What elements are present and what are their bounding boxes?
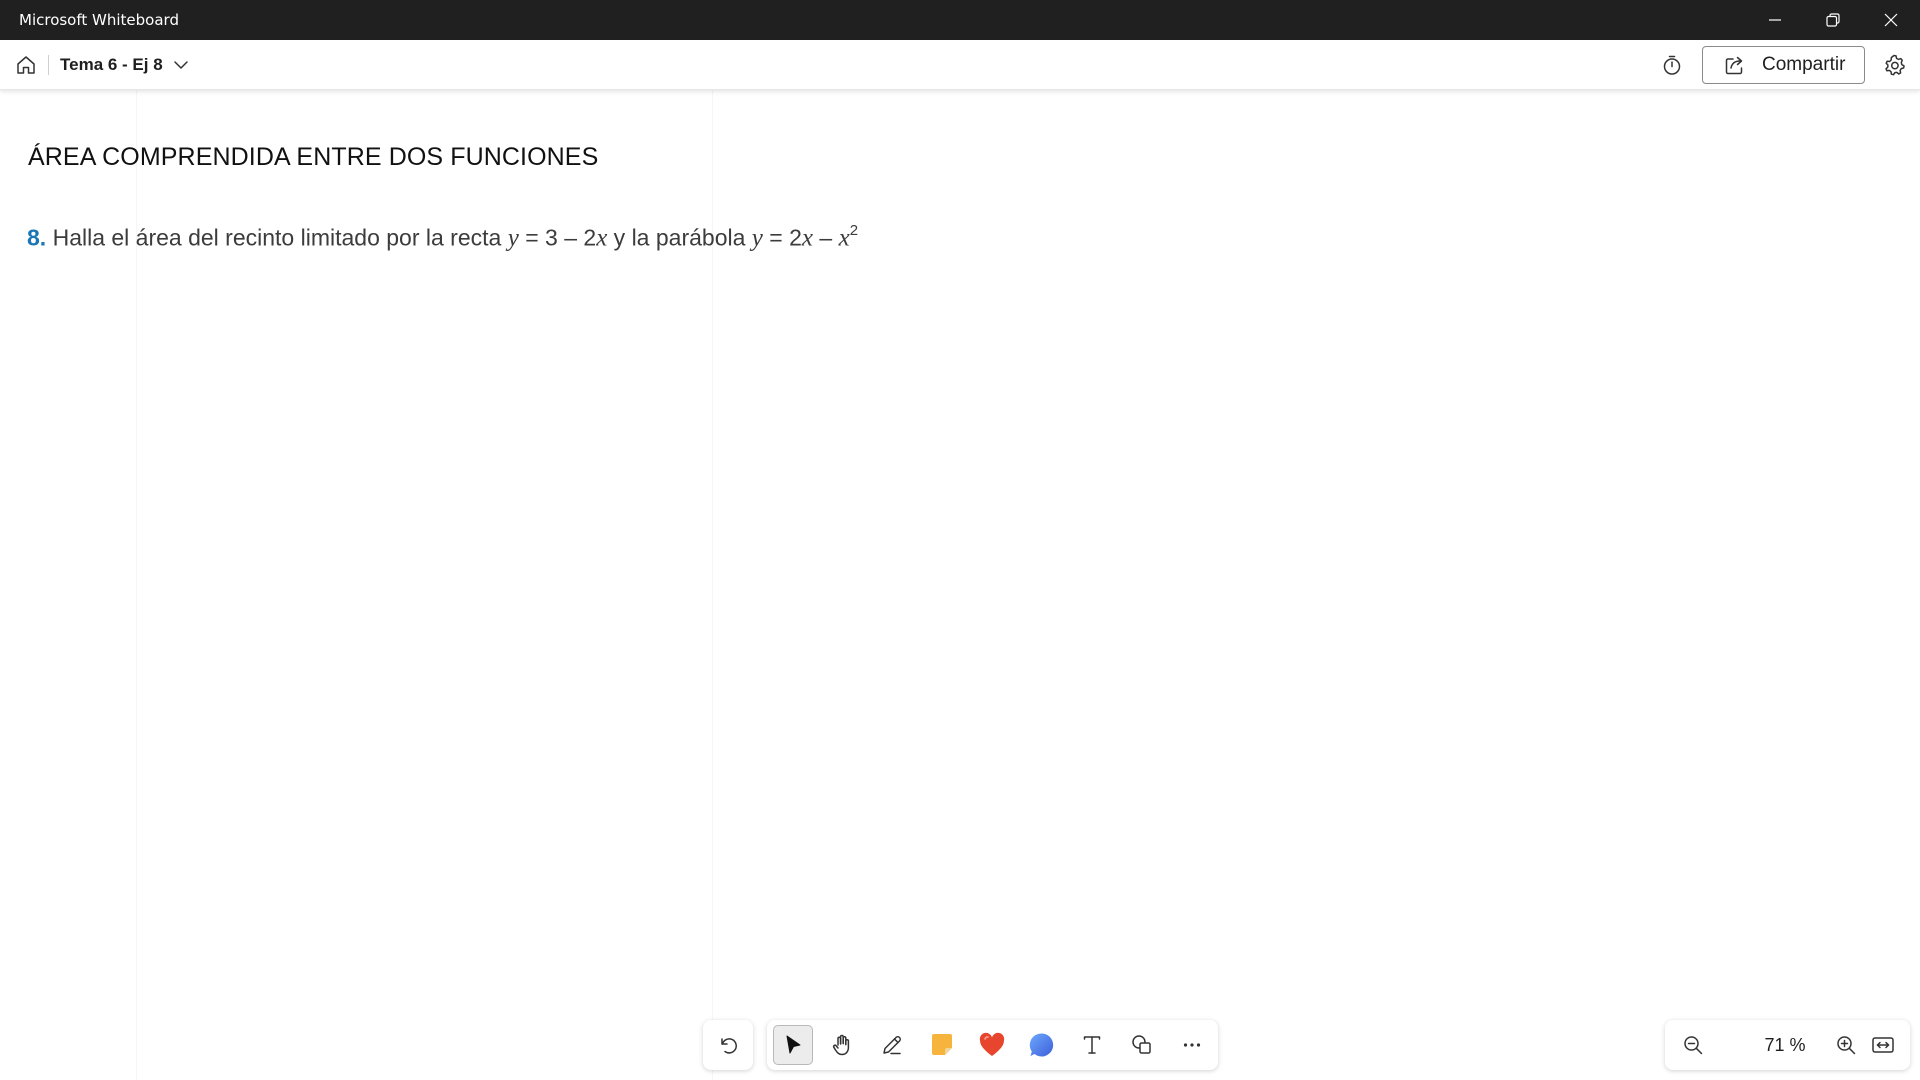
heart-icon bbox=[979, 1032, 1005, 1056]
share-label: Compartir bbox=[1762, 54, 1846, 75]
timer-icon bbox=[1663, 55, 1681, 75]
problem-number: 8. bbox=[27, 224, 47, 251]
board-title-dropdown[interactable]: Tema 6 - Ej 8 bbox=[60, 55, 189, 75]
fit-to-screen-icon bbox=[1872, 1037, 1894, 1053]
problem-text: = 2 bbox=[762, 224, 802, 251]
text-icon bbox=[1083, 1036, 1101, 1054]
chevron-down-icon bbox=[173, 61, 188, 69]
zoom-level[interactable]: 71 % bbox=[1735, 1035, 1835, 1055]
problem-text: – bbox=[813, 224, 839, 251]
problem-text: y la parábola bbox=[607, 224, 752, 251]
board-title: Tema 6 - Ej 8 bbox=[60, 55, 163, 74]
gear-icon bbox=[1885, 54, 1905, 76]
sticky-note-icon bbox=[932, 1034, 952, 1055]
app-header: Tema 6 - Ej 8 Compartir bbox=[0, 40, 1920, 90]
timer-button[interactable] bbox=[1656, 49, 1688, 81]
header-divider bbox=[48, 55, 49, 75]
math-variable: x bbox=[596, 224, 608, 252]
close-icon bbox=[1884, 13, 1898, 27]
hand-icon bbox=[832, 1034, 850, 1056]
comment-icon bbox=[1029, 1033, 1054, 1057]
math-exponent: 2 bbox=[849, 222, 859, 239]
undo-icon bbox=[721, 1038, 737, 1054]
minimize-button[interactable] bbox=[1746, 0, 1804, 40]
canvas-heading[interactable]: ÁREA COMPRENDIDA ENTRE DOS FUNCIONES bbox=[28, 142, 598, 172]
problem-text: = 3 – 2 bbox=[518, 224, 597, 251]
home-button[interactable] bbox=[10, 49, 42, 81]
more-icon bbox=[1183, 1043, 1201, 1047]
math-variable: x bbox=[838, 224, 850, 252]
zoom-in-button[interactable] bbox=[1830, 1029, 1862, 1061]
sticky-note-tool[interactable] bbox=[922, 1025, 962, 1065]
minimize-icon bbox=[1769, 19, 1781, 21]
problem-text: Halla el área del recinto limitado por l… bbox=[52, 224, 508, 251]
more-tools-button[interactable] bbox=[1172, 1025, 1212, 1065]
pen-tool[interactable] bbox=[872, 1025, 912, 1065]
problem-statement[interactable]: 8. Halla el área del recinto limitado po… bbox=[27, 218, 858, 254]
whiteboard-canvas[interactable]: ÁREA COMPRENDIDA ENTRE DOS FUNCIONES 8. … bbox=[0, 90, 1920, 1080]
zoom-out-button[interactable] bbox=[1677, 1029, 1709, 1061]
shapes-tool[interactable] bbox=[1122, 1025, 1162, 1065]
restore-button[interactable] bbox=[1804, 0, 1862, 40]
restore-icon bbox=[1826, 13, 1840, 27]
zoom-in-icon bbox=[1837, 1036, 1856, 1055]
text-tool[interactable] bbox=[1072, 1025, 1112, 1065]
fit-to-screen-button[interactable] bbox=[1867, 1029, 1899, 1061]
close-button[interactable] bbox=[1862, 0, 1920, 40]
math-variable: y bbox=[507, 224, 519, 252]
pen-icon bbox=[883, 1036, 901, 1055]
hand-tool[interactable] bbox=[822, 1025, 862, 1065]
select-icon bbox=[786, 1035, 801, 1054]
share-button[interactable]: Compartir bbox=[1702, 46, 1865, 84]
app-title: Microsoft Whiteboard bbox=[19, 11, 179, 29]
undo-button[interactable] bbox=[703, 1020, 753, 1070]
zoom-out-icon bbox=[1684, 1036, 1703, 1055]
share-icon bbox=[1725, 56, 1743, 75]
comment-tool[interactable] bbox=[1022, 1025, 1062, 1065]
home-icon bbox=[17, 56, 35, 74]
zoom-controls: 71 % bbox=[1665, 1020, 1910, 1070]
tools-toolbar bbox=[767, 1020, 1218, 1070]
settings-button[interactable] bbox=[1877, 49, 1911, 81]
window-titlebar: Microsoft Whiteboard bbox=[0, 0, 1920, 40]
shapes-icon bbox=[1132, 1035, 1151, 1054]
select-tool[interactable] bbox=[773, 1025, 813, 1065]
reactions-tool[interactable] bbox=[972, 1025, 1012, 1065]
math-variable: y bbox=[751, 224, 763, 252]
math-variable: x bbox=[801, 224, 814, 252]
